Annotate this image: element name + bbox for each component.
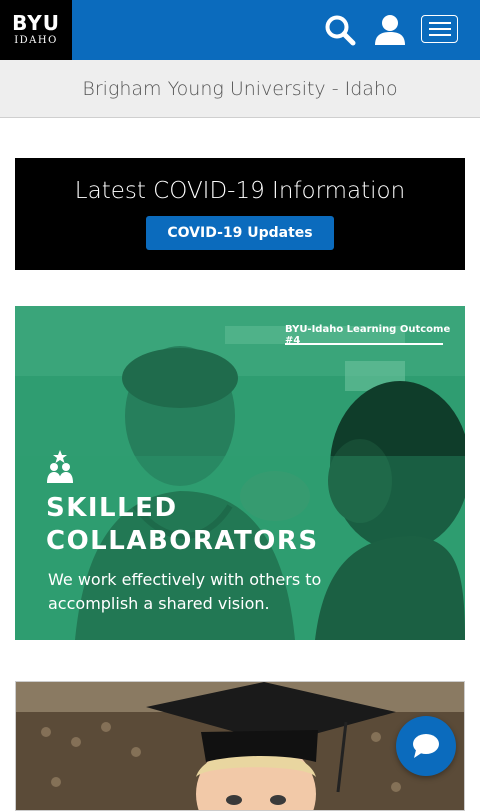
byu-idaho-logo[interactable]: BYU IDAHO [0, 0, 72, 60]
logo-sub-text: IDAHO [14, 35, 58, 46]
logo-main-text: BYU [12, 11, 60, 35]
learning-outcome-banner[interactable]: BYU-Idaho Learning Outcome #4 SKILLED CO… [15, 306, 465, 640]
covid-updates-button[interactable]: COVID-19 Updates [146, 216, 334, 250]
banner-description: We work effectively with others to accom… [48, 570, 322, 613]
banner-heading-line2: COLLABORATORS [46, 526, 319, 556]
search-icon [325, 15, 356, 46]
banner-heading: SKILLED COLLABORATORS [46, 492, 346, 558]
hamburger-menu-icon [428, 22, 451, 24]
chat-button[interactable] [396, 716, 456, 776]
covid-heading: Latest COVID-19 Information [74, 178, 406, 204]
search-button[interactable] [322, 12, 358, 48]
top-nav-bar: BYU IDAHO [0, 0, 480, 60]
covid-info-panel: Latest COVID-19 Information COVID-19 Upd… [15, 158, 465, 270]
user-icon [375, 15, 405, 45]
account-button[interactable] [372, 12, 408, 48]
chat-bubble-icon [413, 734, 439, 758]
outcome-divider [285, 343, 443, 345]
collaborators-icon [47, 450, 73, 483]
banner-heading-line1: SKILLED [46, 493, 178, 523]
site-title-bar: Brigham Young University - Idaho [0, 60, 480, 118]
hamburger-menu-button[interactable] [421, 15, 458, 43]
site-title[interactable]: Brigham Young University - Idaho [82, 78, 397, 100]
